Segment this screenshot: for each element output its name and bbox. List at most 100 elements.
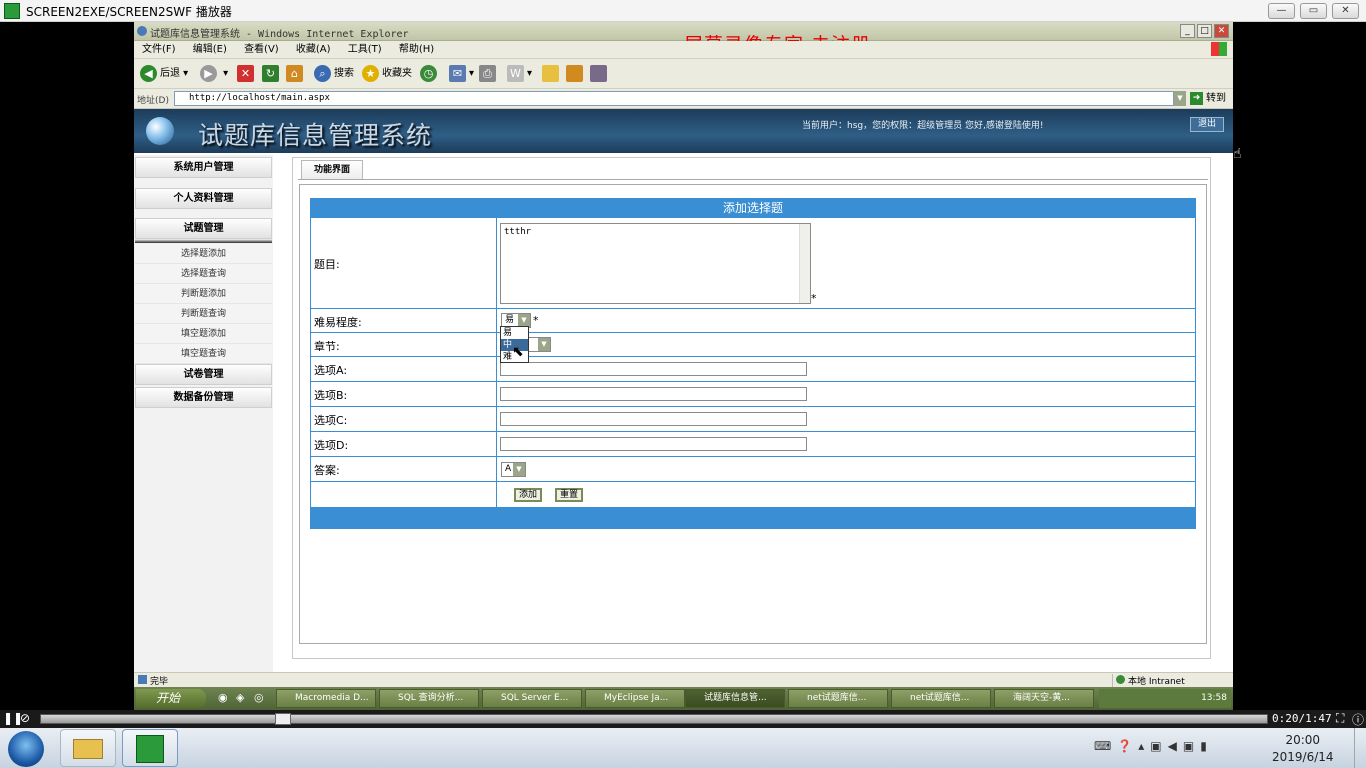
sidebar-item-system-users[interactable]: 系统用户管理 xyxy=(135,157,272,178)
option-c-input[interactable] xyxy=(500,412,807,426)
home-button[interactable]: ⌂ xyxy=(286,64,306,84)
reset-button[interactable]: 重置 xyxy=(555,488,583,502)
research-button[interactable] xyxy=(590,64,610,84)
info-icon[interactable]: ⓘ xyxy=(1352,711,1364,728)
option-a-row: 选项A: xyxy=(311,357,1195,382)
windows-start-orb-icon[interactable] xyxy=(8,731,44,767)
ie-minimize-button[interactable]: _ xyxy=(1180,24,1195,38)
sidebar-subitem-choice-add[interactable]: 选择题添加 xyxy=(135,244,272,264)
screen2exe-icon xyxy=(136,735,164,763)
taskbar-item[interactable]: net试题库信... xyxy=(891,689,991,708)
ie-close-button[interactable]: ✕ xyxy=(1214,24,1229,38)
win7-tray-icons[interactable]: ⌨❓▴▣◀▣▮ xyxy=(1094,739,1213,753)
favorites-label: 收藏夹 xyxy=(382,68,412,79)
address-label: 地址(D) xyxy=(137,96,169,106)
seek-thumb[interactable] xyxy=(275,713,291,725)
mail-icon: ✉ xyxy=(449,64,466,82)
print-button[interactable]: ⎙ xyxy=(479,64,499,84)
menu-tools[interactable]: 工具(T) xyxy=(348,41,382,59)
seek-track[interactable] xyxy=(40,714,1268,724)
star-icon: ★ xyxy=(362,64,379,82)
history-button[interactable]: ◷ xyxy=(420,64,440,84)
form-title: 添加选择题 xyxy=(310,198,1196,218)
close-button[interactable]: ✕ xyxy=(1332,3,1359,19)
taskbar-item[interactable]: SQL Server E... xyxy=(482,689,582,708)
quicklaunch-desktop-icon[interactable]: ◈ xyxy=(236,691,244,704)
sidebar-subitem-fill-query[interactable]: 填空题查询 xyxy=(135,344,272,364)
sidebar-item-question-mgmt[interactable]: 试题管理 xyxy=(135,218,272,239)
option-d-input[interactable] xyxy=(500,437,807,451)
address-bar: 地址(D) http://localhost/main.aspx ▼ ➜ 转到 xyxy=(134,89,1233,109)
answer-select[interactable]: A ▼ xyxy=(501,462,526,477)
fullscreen-icon[interactable]: ⛶ xyxy=(1336,711,1344,726)
minimize-button[interactable]: — xyxy=(1268,3,1295,19)
difficulty-label: 难易程度: xyxy=(314,316,362,329)
add-button[interactable]: 添加 xyxy=(514,488,542,502)
column-separator xyxy=(496,309,497,332)
chapter-label: 章节: xyxy=(314,340,340,353)
menu-file[interactable]: 文件(F) xyxy=(142,41,176,59)
show-desktop-button[interactable] xyxy=(1354,728,1366,768)
quicklaunch-media-icon[interactable]: ◎ xyxy=(254,691,264,704)
taskbar-item-active[interactable]: 试题库信息管... xyxy=(685,689,785,708)
settings-icon[interactable]: ⊘ xyxy=(20,711,30,725)
menu-edit[interactable]: 编辑(E) xyxy=(193,41,227,59)
refresh-button[interactable]: ↻ xyxy=(262,64,282,84)
sidebar-item-profile[interactable]: 个人资料管理 xyxy=(135,188,272,209)
ie-maximize-button[interactable]: □ xyxy=(1197,24,1212,38)
player-pin-button[interactable] xyxy=(122,729,178,767)
explorer-pin-button[interactable] xyxy=(60,729,116,767)
taskbar-item[interactable]: Macromedia D... xyxy=(276,689,376,708)
taskbar-item[interactable]: MyEclipse Ja... xyxy=(585,689,685,708)
edit-button[interactable]: W ▾ xyxy=(507,64,532,84)
go-button[interactable]: ➜ 转到 xyxy=(1190,91,1226,107)
sidebar-subitem-choice-query[interactable]: 选择题查询 xyxy=(135,264,272,284)
option-a-label: 选项A: xyxy=(314,364,348,377)
menu-view[interactable]: 查看(V) xyxy=(244,41,279,59)
messenger-button[interactable] xyxy=(566,64,586,84)
quicklaunch-ie-icon[interactable]: ◉ xyxy=(218,691,228,704)
back-button[interactable]: ◀ 后退 ▾ xyxy=(140,64,188,84)
sidebar-item-exam-mgmt[interactable]: 试卷管理 xyxy=(135,364,272,385)
column-separator xyxy=(496,357,497,381)
column-separator xyxy=(496,482,497,508)
maximize-button[interactable]: ▭ xyxy=(1300,3,1327,19)
difficulty-selected: 易 xyxy=(505,315,515,325)
column-separator xyxy=(496,218,497,308)
ie-window: 试题库信息管理系统 - Windows Internet Explorer _ … xyxy=(134,22,1233,710)
taskbar-item[interactable]: net试题库信... xyxy=(788,689,888,708)
status-text: 完毕 xyxy=(150,677,169,687)
intranet-icon xyxy=(1116,675,1125,684)
stop-button[interactable]: ✕ xyxy=(237,64,257,84)
form-footer xyxy=(310,508,1196,529)
forward-button[interactable]: ▶ ▾ xyxy=(200,64,228,84)
taskbar-item[interactable]: 海阔天空-黄... xyxy=(994,689,1094,708)
xp-system-tray: 13:58 xyxy=(1099,689,1231,708)
win7-clock[interactable]: 20:00 2019/6/14 xyxy=(1272,732,1334,766)
taskbar-item[interactable]: SQL 查询分析... xyxy=(379,689,479,708)
favorites-button[interactable]: ★ 收藏夹 xyxy=(362,64,412,84)
menu-favorites[interactable]: 收藏(A) xyxy=(296,41,331,59)
address-input[interactable]: http://localhost/main.aspx xyxy=(174,91,1174,106)
player-title: SCREEN2EXE/SCREEN2SWF 播放器 xyxy=(26,5,232,19)
address-dropdown-icon[interactable]: ▼ xyxy=(1174,91,1186,106)
search-button[interactable]: ⌕ 搜索 xyxy=(314,64,354,84)
option-a-input[interactable] xyxy=(500,362,807,376)
question-required-mark: * xyxy=(811,292,817,305)
mail-button[interactable]: ✉ ▾ xyxy=(449,64,474,84)
option-b-input[interactable] xyxy=(500,387,807,401)
tab-function[interactable]: 功能界面 xyxy=(301,160,363,180)
question-textarea[interactable]: ttthr xyxy=(500,223,811,304)
option-c-row: 选项C: xyxy=(311,407,1195,432)
start-button[interactable]: 开始 xyxy=(136,689,206,708)
sidebar-subitem-fill-add[interactable]: 填空题添加 xyxy=(135,324,272,344)
textarea-scrollbar[interactable] xyxy=(799,224,810,303)
dropdown-option-easy[interactable]: 易 xyxy=(501,327,528,339)
history-icon: ◷ xyxy=(420,64,437,82)
sidebar-subitem-judge-add[interactable]: 判断题添加 xyxy=(135,284,272,304)
sidebar-subitem-judge-query[interactable]: 判断题查询 xyxy=(135,304,272,324)
logout-button[interactable]: 退出 xyxy=(1190,117,1224,132)
folder-button[interactable] xyxy=(542,64,562,84)
sidebar-item-backup[interactable]: 数据备份管理 xyxy=(135,387,272,408)
menu-help[interactable]: 帮助(H) xyxy=(399,41,434,59)
